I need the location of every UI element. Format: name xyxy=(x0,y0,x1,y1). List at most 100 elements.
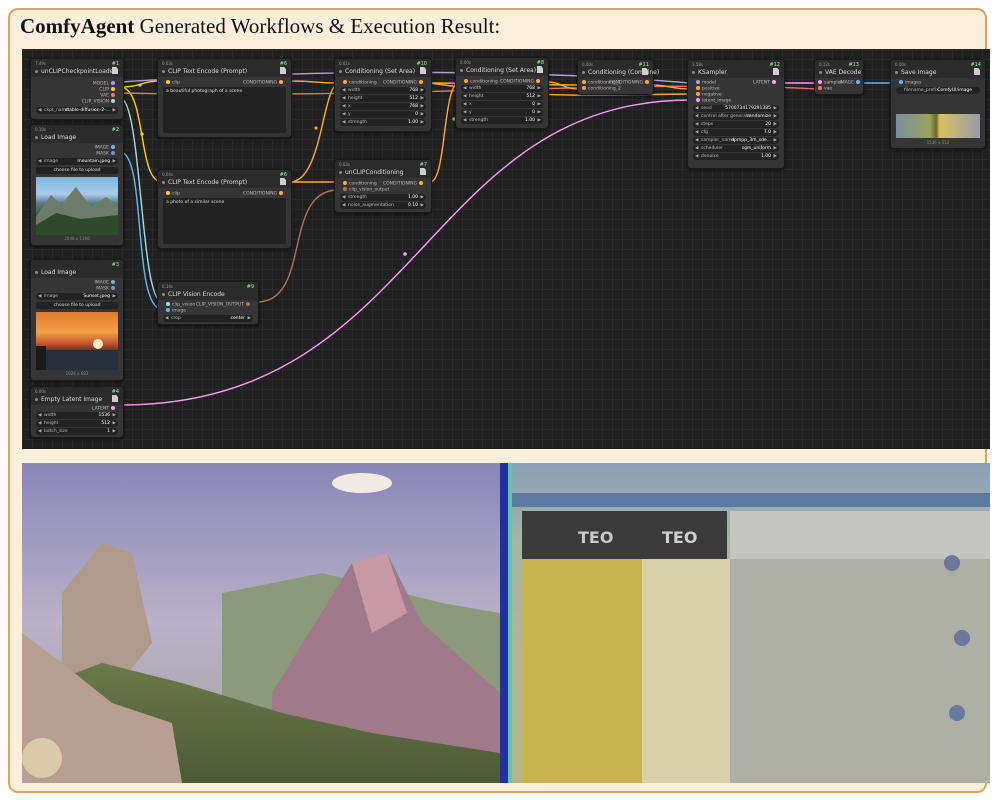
node-conditioning-set-area-2[interactable]: 0.00s #8 Conditioning (Set Area) conditi… xyxy=(455,57,549,129)
output-clip-vision[interactable]: CLIP_VISION xyxy=(82,99,117,105)
output-clip-vision-output[interactable]: CLIP_VISION_OUTPUT xyxy=(196,302,252,308)
collapse-dot[interactable] xyxy=(162,70,165,73)
input-clip-vision[interactable]: clip_vision xyxy=(164,302,195,308)
width-widget[interactable]: ◀ width 1536 ▶ xyxy=(36,412,118,419)
node-ksampler[interactable]: 3.58s #12 KSampler model LATENT positive… xyxy=(687,59,785,169)
output-image[interactable]: IMAGE xyxy=(839,80,862,86)
node-save-image[interactable]: 0.00s #14 Save Image images filename_pre… xyxy=(890,59,986,149)
strength-widget[interactable]: ◀ strength 1.00 ▶ xyxy=(340,194,426,201)
output-image[interactable]: IMAGE xyxy=(94,280,117,286)
input-conditioning-2[interactable]: conditioning_2 xyxy=(580,86,621,92)
input-vae[interactable]: vae xyxy=(816,86,832,92)
node-clip-text-encode-1[interactable]: 0.03s #6 CLIP Text Encode (Prompt) clip … xyxy=(157,58,292,138)
denoise-widget[interactable]: ◀ denoise 1.00 ▶ xyxy=(693,153,779,160)
input-model[interactable]: model xyxy=(694,80,716,86)
prompt-textarea[interactable]: a beautiful photograph of a scene xyxy=(163,87,286,133)
output-conditioning[interactable]: CONDITIONING xyxy=(243,80,285,86)
cfg-widget[interactable]: ◀ cfg 7.0 ▶ xyxy=(693,129,779,136)
x-widget[interactable]: ◀ x 0 ▶ xyxy=(461,101,543,108)
x-widget[interactable]: ◀ x 768 ▶ xyxy=(340,103,426,110)
input-positive[interactable]: positive xyxy=(694,86,720,92)
output-mask[interactable]: MASK xyxy=(96,151,117,157)
collapse-dot[interactable] xyxy=(162,181,165,184)
file-icon[interactable] xyxy=(773,68,779,75)
input-negative[interactable]: negative xyxy=(694,92,722,98)
input-conditioning[interactable]: conditioning xyxy=(462,79,498,85)
noise-augmentation-widget[interactable]: ◀ noise_augmentation 0.10 ▶ xyxy=(340,202,426,209)
width-widget[interactable]: ◀ width 768 ▶ xyxy=(461,85,543,92)
collapse-dot[interactable] xyxy=(582,71,585,74)
node-load-image-2[interactable]: #3 Load Image IMAGE MASK ◀ image Sunset.jp… xyxy=(30,259,124,381)
file-icon[interactable] xyxy=(974,68,980,75)
file-icon[interactable] xyxy=(537,66,543,73)
output-conditioning[interactable]: CONDITIONING xyxy=(383,181,425,187)
output-latent[interactable]: LATENT xyxy=(753,80,778,86)
prompt-textarea[interactable]: a photo of a similar scene xyxy=(163,198,286,244)
node-conditioning-combine[interactable]: 0.00s #11 Conditioning (Combine) conditi… xyxy=(577,59,659,95)
output-vae[interactable]: VAE xyxy=(100,93,117,99)
input-clip-vision-output[interactable]: clip_vision_output xyxy=(341,187,389,193)
crop-widget[interactable]: ◀ crop center ▶ xyxy=(163,315,253,322)
node-vae-decode[interactable]: 0.12s #13 VAE Decode samples IMAGE vae xyxy=(814,59,864,95)
image-select[interactable]: ◀ image mountain.jpeg ▶ xyxy=(36,158,118,165)
collapse-dot[interactable] xyxy=(895,71,898,74)
collapse-dot[interactable] xyxy=(162,293,165,296)
control-after-generate-widget[interactable]: ◀ control after generate randomize ▶ xyxy=(693,113,779,120)
collapse-dot[interactable] xyxy=(339,70,342,73)
node-clip-text-encode-2[interactable]: 0.04s #6 CLIP Text Encode (Prompt) clip … xyxy=(157,169,292,249)
output-conditioning[interactable]: CONDITIONING xyxy=(609,80,651,86)
input-latent-image[interactable]: latent_image xyxy=(694,98,731,104)
output-clip[interactable]: CLIP xyxy=(99,87,117,93)
collapse-dot[interactable] xyxy=(692,71,695,74)
input-clip[interactable]: clip xyxy=(164,191,180,197)
height-widget[interactable]: ◀ height 512 ▶ xyxy=(36,420,118,427)
strength-widget[interactable]: ◀ strength 1.00 ▶ xyxy=(340,119,426,126)
seed-widget[interactable]: ◀ seed 570073417929138​5 ▶ xyxy=(693,105,779,112)
height-widget[interactable]: ◀ height 512 ▶ xyxy=(340,95,426,102)
collapse-dot[interactable] xyxy=(35,70,38,73)
image-select[interactable]: ◀ image Sunset.jpeg ▶ xyxy=(36,293,118,300)
workflow-canvas[interactable]: 7.49s #1 unCLIPCheckpointLoader MODEL CL… xyxy=(22,49,990,449)
height-widget[interactable]: ◀ height 512 ▶ xyxy=(461,93,543,100)
sampler-name-widget[interactable]: ◀ sampler_name dpmpp_3m_sde... ▶ xyxy=(693,137,779,144)
input-conditioning[interactable]: conditioning xyxy=(341,80,377,86)
result-image-art: TEO TEO xyxy=(22,463,990,783)
collapse-dot[interactable] xyxy=(35,136,38,139)
node-unclip-conditioning[interactable]: 0.02s #7 unCLIPConditioning conditioning… xyxy=(334,159,432,213)
upload-button[interactable]: choose file to upload xyxy=(36,167,118,174)
svg-text:TEO: TEO xyxy=(662,528,697,547)
output-conditioning[interactable]: CONDITIONING xyxy=(243,191,285,197)
ckpt-name-widget[interactable]: ◀ ckpt_name stable-diffusion-2-... ▶ xyxy=(36,107,118,114)
node-conditioning-set-area-1[interactable]: 0.01s #10 Conditioning (Set Area) condit… xyxy=(334,58,432,132)
output-model[interactable]: MODEL xyxy=(93,81,117,87)
y-widget[interactable]: ◀ y 0 ▶ xyxy=(461,109,543,116)
file-icon[interactable] xyxy=(642,68,648,75)
filename-prefix-widget[interactable]: filename_prefix ComfyUI/image xyxy=(896,87,980,94)
collapse-dot[interactable] xyxy=(819,71,822,74)
output-conditioning[interactable]: CONDITIONING xyxy=(500,79,542,85)
node-checkpoint-loader[interactable]: 7.49s #1 unCLIPCheckpointLoader MODEL CL… xyxy=(30,58,124,120)
collapse-dot[interactable] xyxy=(35,398,38,401)
output-latent[interactable]: LATENT xyxy=(92,406,117,412)
output-image[interactable]: IMAGE xyxy=(94,145,117,151)
steps-widget[interactable]: ◀ steps 20 ▶ xyxy=(693,121,779,128)
scheduler-widget[interactable]: ◀ scheduler sgm_uniform ▶ xyxy=(693,145,779,152)
output-mask[interactable]: MASK xyxy=(96,286,117,292)
collapse-dot[interactable] xyxy=(460,69,463,72)
node-empty-latent[interactable]: 0.00s #4 Empty Latent Image LATENT ◀ widt… xyxy=(30,386,124,438)
file-icon[interactable] xyxy=(112,67,118,74)
batch-size-widget[interactable]: ◀ batch_size 1 ▶ xyxy=(36,428,118,435)
input-images[interactable]: images xyxy=(897,80,921,86)
node-load-image-1[interactable]: 0.10s #2 Load Image IMAGE MASK ◀ image mou… xyxy=(30,124,124,246)
strength-widget[interactable]: ◀ strength 1.00 ▶ xyxy=(461,117,543,124)
collapse-dot[interactable] xyxy=(339,171,342,174)
collapse-dot[interactable] xyxy=(35,271,38,274)
input-conditioning[interactable]: conditioning xyxy=(341,181,377,187)
output-conditioning[interactable]: CONDITIONING xyxy=(383,80,425,86)
node-clip-vision-encode[interactable]: 0.14s #9 CLIP Vision Encode clip_vision … xyxy=(157,281,259,325)
upload-button[interactable]: choose file to upload xyxy=(36,302,118,309)
input-clip[interactable]: clip xyxy=(164,80,180,86)
width-widget[interactable]: ◀ width 768 ▶ xyxy=(340,87,426,94)
y-widget[interactable]: ◀ y 0 ▶ xyxy=(340,111,426,118)
input-image[interactable]: image xyxy=(164,308,186,314)
